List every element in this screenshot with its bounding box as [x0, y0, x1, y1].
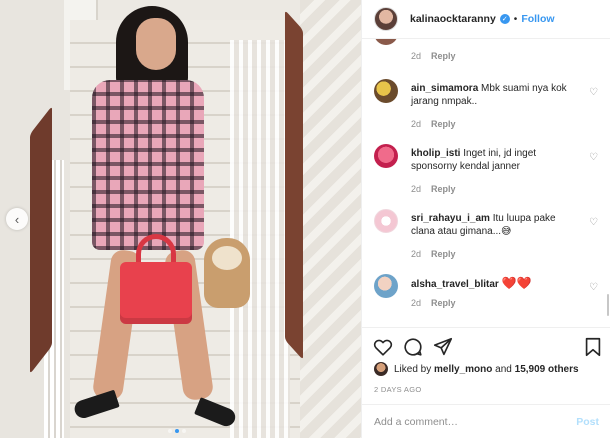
comment-item: alsha_travel_blitar ❤️❤️ 2d Reply ♡ [374, 274, 599, 324]
comment-text: alsha_travel_blitar ❤️❤️ [411, 277, 576, 291]
reply-button[interactable]: Reply [431, 119, 456, 129]
comment-item: ain_simamora Mbk suami nya kok jarang nm… [374, 79, 599, 129]
reply-button[interactable]: Reply [431, 51, 456, 61]
photo-plaid-shirt [92, 80, 204, 250]
header-separator: • [513, 13, 518, 25]
follow-button[interactable]: Follow [521, 13, 554, 25]
photo-red-bag [120, 262, 192, 324]
carousel-dot [182, 429, 186, 433]
likes-summary: Liked by melly_mono and 15,909 others [374, 362, 579, 376]
comments-scrollbar[interactable] [607, 294, 609, 316]
instagram-post: ‹ kalinaocktaranny ✓ • Follow 2d Reply a… [0, 0, 610, 438]
comment-time: 2d [411, 119, 422, 129]
commenter-avatar[interactable] [374, 144, 398, 168]
comment-meta: 2d Reply [411, 298, 456, 308]
photo-shadow-wall [300, 0, 361, 438]
post-comment-button[interactable]: Post [576, 416, 599, 428]
photo-handrail-left [30, 105, 52, 375]
post-side-panel: kalinaocktaranny ✓ • Follow 2d Reply ain_… [361, 0, 610, 438]
comment-icon[interactable] [402, 336, 424, 358]
likes-conjunction: and [495, 363, 512, 375]
comment-meta: 2d Reply [411, 51, 456, 61]
post-header: kalinaocktaranny ✓ • Follow [362, 0, 610, 39]
comment-time: 2d [411, 51, 422, 61]
comment-like-heart-icon[interactable]: ♡ [588, 282, 599, 293]
comment-username[interactable]: ain_simamora [411, 83, 478, 94]
liker-username[interactable]: melly_mono [434, 364, 492, 375]
author-avatar[interactable] [374, 7, 398, 31]
photo-dog-face [212, 246, 242, 270]
likes-count[interactable]: 15,909 others [515, 364, 579, 375]
comment-time: 2d [411, 184, 422, 194]
commenter-avatar[interactable] [374, 274, 398, 298]
comment-meta: 2d Reply [411, 249, 456, 259]
carousel-indicator [168, 429, 186, 433]
commenter-avatar[interactable] [374, 39, 398, 45]
photo-balusters-right [230, 40, 290, 438]
commenter-avatar[interactable] [374, 209, 398, 233]
comment-item: 2d Reply [374, 39, 599, 61]
commenter-avatar[interactable] [374, 79, 398, 103]
bookmark-icon[interactable] [582, 336, 604, 358]
comment-text: ain_simamora Mbk suami nya kok jarang nm… [411, 82, 576, 108]
comment-like-heart-icon[interactable]: ♡ [588, 87, 599, 98]
comment-like-heart-icon[interactable]: ♡ [588, 217, 599, 228]
reply-button[interactable]: Reply [431, 249, 456, 259]
post-timestamp[interactable]: 2 DAYS AGO [374, 385, 421, 394]
reply-button[interactable]: Reply [431, 298, 456, 308]
carousel-dot-active [175, 429, 179, 433]
reply-button[interactable]: Reply [431, 184, 456, 194]
likes-prefix: Liked by [394, 363, 432, 375]
comment-body: ❤️❤️ [501, 276, 532, 290]
post-photo[interactable]: ‹ [0, 0, 361, 438]
previous-photo-button[interactable]: ‹ [6, 208, 28, 230]
photo-handrail-right [285, 10, 303, 360]
liker-avatar[interactable] [374, 362, 388, 376]
comment-item: kholip_isti Inget ini, jd inget sponsorn… [374, 144, 599, 194]
comment-item: sri_rahayu_i_am Itu luupa pake clana ata… [374, 209, 599, 259]
comment-text: kholip_isti Inget ini, jd inget sponsorn… [411, 147, 576, 173]
comment-text: sri_rahayu_i_am Itu luupa pake clana ata… [411, 212, 576, 238]
carousel-dot [168, 429, 172, 433]
verified-badge-icon: ✓ [499, 14, 510, 24]
comment-time: 2d [411, 298, 422, 308]
comment-like-heart-icon[interactable]: ♡ [588, 152, 599, 163]
comment-username[interactable]: kholip_isti [411, 148, 460, 159]
comment-input[interactable] [374, 415, 577, 428]
add-comment-bar: Post [362, 404, 610, 438]
photo-face [136, 18, 176, 70]
comment-username[interactable]: alsha_travel_blitar [411, 279, 499, 290]
share-icon[interactable] [432, 336, 454, 358]
heart-outline-icon[interactable] [372, 336, 394, 358]
comment-time: 2d [411, 249, 422, 259]
comments-list[interactable]: 2d Reply ain_simamora Mbk suami nya kok j… [362, 39, 610, 327]
comment-meta: 2d Reply [411, 184, 456, 194]
post-actions-bar [362, 327, 610, 367]
comment-meta: 2d Reply [411, 119, 456, 129]
comment-username[interactable]: sri_rahayu_i_am [411, 213, 490, 224]
author-username[interactable]: kalinaocktaranny [410, 13, 496, 25]
chevron-left-icon: ‹ [14, 211, 20, 227]
